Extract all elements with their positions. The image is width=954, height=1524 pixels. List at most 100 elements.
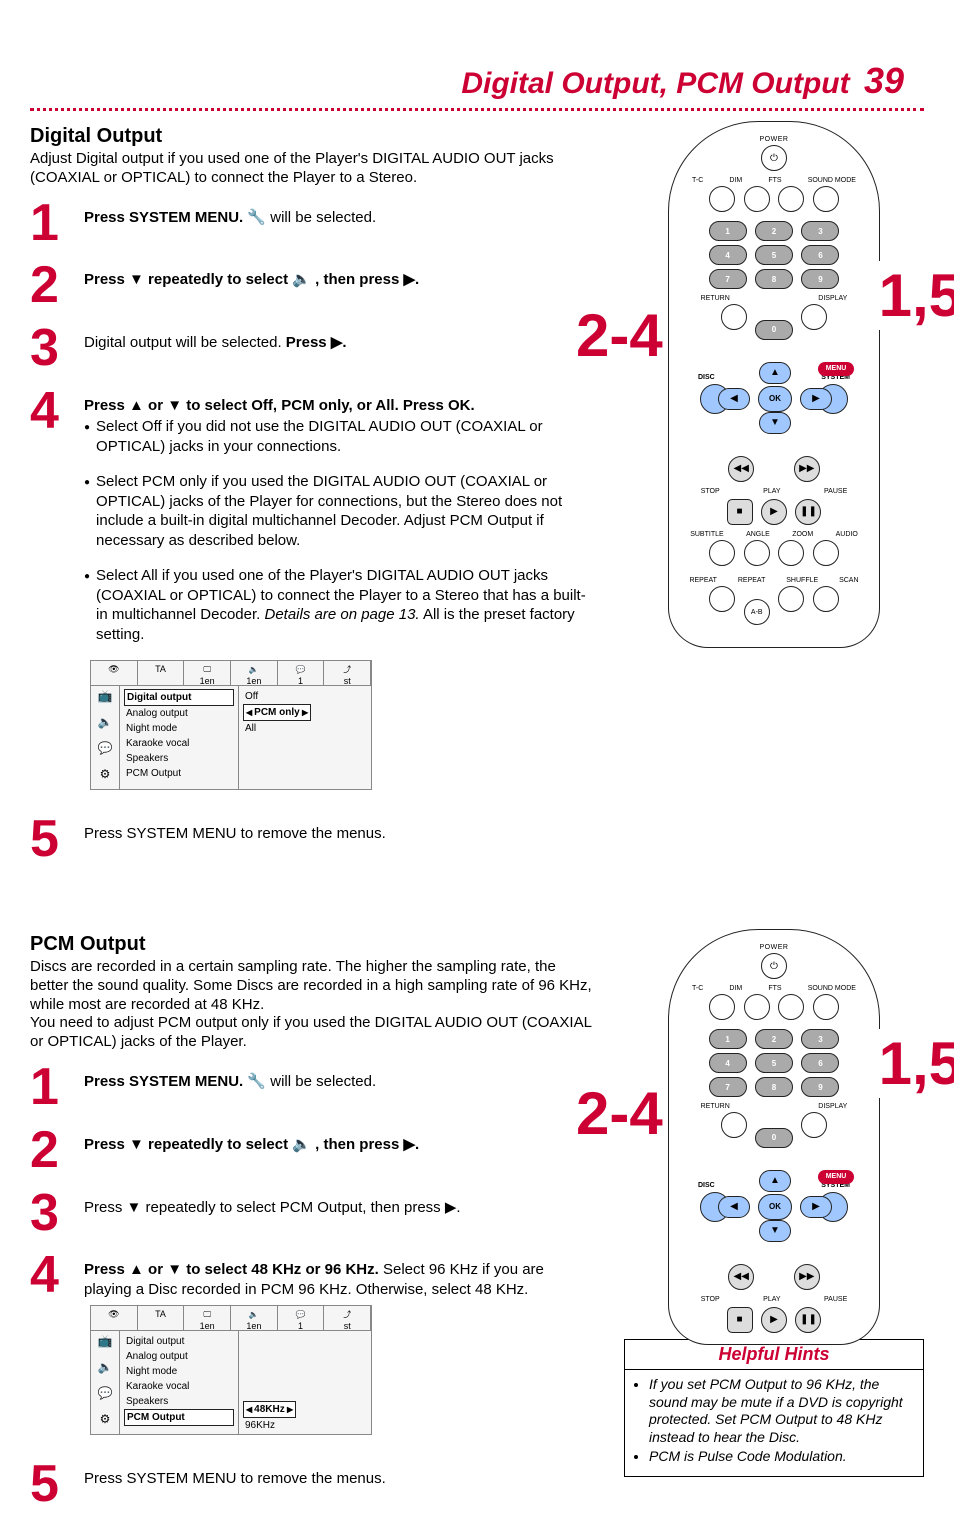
remote-label: SUBTITLE	[690, 531, 723, 538]
remote-label: T-C	[692, 985, 703, 992]
numpad-button: 1	[709, 1029, 747, 1049]
title-rule	[30, 108, 924, 111]
remote-label: SOUND MODE	[808, 985, 856, 992]
remote-diagram: POWER ⏻ T-C DIM FTS SOUND MODE 1 2	[668, 929, 880, 1345]
page-title: Digital Output, PCM Output 39	[30, 60, 924, 102]
disc-label: DISC	[698, 1182, 715, 1189]
step-bullet: Select PCM only if you used the DIGITAL …	[96, 472, 594, 550]
callout-1-5: 1,5	[877, 1029, 954, 1098]
arrow-down-icon: ▼	[759, 412, 791, 434]
osd-side-icon: 💬	[91, 738, 119, 764]
remote-label: PAUSE	[824, 1296, 847, 1303]
osd-side-icon: 🔈	[91, 712, 119, 738]
remote-label: ZOOM	[792, 531, 813, 538]
numpad-button: 0	[755, 1128, 793, 1148]
numpad-button: 8	[755, 269, 793, 289]
osd-top-cell: 🔈1en	[231, 661, 278, 685]
menu-pill: MENU	[818, 362, 854, 376]
arrow-down-icon: ▼	[759, 1220, 791, 1242]
osd-screenshot: 👁 TA 🖵1en 🔈1en 💬1 ⤴st 📺 🔈 💬	[90, 660, 372, 790]
display-button	[801, 304, 827, 330]
osd-option-current: PCM only	[243, 704, 311, 721]
step-number: 3	[30, 325, 84, 372]
step-number: 1	[30, 1064, 84, 1111]
remote-button	[778, 186, 804, 212]
osd-list-item: Night mode	[124, 1364, 234, 1379]
osd-side-icon: 💬	[91, 1383, 119, 1409]
numpad-button: 4	[709, 1053, 747, 1073]
osd-side-icon: 📺	[91, 686, 119, 712]
pcm-output-intro: Discs are recorded in a certain sampling…	[30, 958, 594, 1052]
step-text: Digital output will be selected.	[84, 334, 286, 351]
prev-button: ◀◀	[728, 1264, 754, 1290]
numpad-button: 4	[709, 245, 747, 265]
step-text-bold: Press ▼ repeatedly to select PCM Output,…	[84, 1190, 594, 1218]
callout-1-5: 1,5	[877, 261, 954, 330]
osd-list-item: Analog output	[124, 1349, 234, 1364]
power-icon: ⏻	[761, 145, 787, 171]
numpad-button: 7	[709, 1077, 747, 1097]
dpad: DISC SYSTEM MENU ▲ ◀ OK ▶ ▼	[704, 1156, 844, 1256]
step-text-bold: Press ▼ repeatedly to select	[84, 1136, 292, 1153]
remote-button	[709, 186, 735, 212]
digital-output-steps: 1 Press SYSTEM MENU. 🔧 will be selected.…	[30, 200, 594, 864]
step-text-bold: Press SYSTEM MENU.	[84, 1073, 243, 1090]
remote-label: STOP	[701, 488, 720, 495]
arrow-left-icon: ◀	[718, 1196, 750, 1218]
osd-top-cell: ⤴st	[324, 661, 371, 685]
remote-label: STOP	[701, 1296, 720, 1303]
remote-label: ANGLE	[746, 531, 770, 538]
osd-list-item: Karaoke vocal	[124, 1379, 234, 1394]
step-number: 5	[30, 1461, 84, 1508]
numpad-button: 1	[709, 221, 747, 241]
numpad-button: 6	[801, 245, 839, 265]
remote-label: DIM	[729, 985, 742, 992]
remote-power-label: POWER	[679, 136, 869, 143]
page-number: 39	[858, 60, 904, 101]
remote-label: REPEAT	[689, 577, 717, 584]
osd-option: 96KHz	[243, 1418, 296, 1433]
callout-2-4: 2-4	[574, 1079, 665, 1148]
remote-label: FTS	[768, 177, 781, 184]
step-text-bold: Press SYSTEM MENU to remove the menus.	[84, 816, 594, 844]
step-number: 4	[30, 1252, 84, 1299]
arrow-up-icon: ▲	[759, 1170, 791, 1192]
return-button	[721, 304, 747, 330]
wrench-icon: 🔧	[247, 1073, 266, 1090]
arrow-left-icon: ◀	[718, 388, 750, 410]
stop-icon: ■	[727, 1307, 753, 1333]
ok-button: OK	[758, 386, 792, 412]
remote-label: PLAY	[763, 1296, 780, 1303]
helpful-hints-box: Helpful Hints If you set PCM Output to 9…	[624, 1339, 924, 1477]
step-text-bold: Press ▲ or ▼ to select 48 KHz or 96 KHz.	[84, 1261, 379, 1278]
stop-icon: ■	[727, 499, 753, 525]
osd-screenshot: 👁 TA 🖵1en 🔈1en 💬1 ⤴st 📺 🔈 💬	[90, 1305, 372, 1435]
osd-list-item: Night mode	[124, 721, 234, 736]
power-icon: ⏻	[761, 953, 787, 979]
step-text-bold: , then press ▶.	[315, 271, 419, 288]
step-text-bold: , then press ▶.	[315, 1136, 419, 1153]
speaker-icon: 🔈	[292, 1136, 311, 1153]
callout-2-4: 2-4	[574, 301, 665, 370]
step-text-bold: Press SYSTEM MENU to remove the menus.	[84, 1461, 594, 1489]
step-number: 2	[30, 1127, 84, 1174]
osd-list-item-selected: Digital output	[124, 689, 234, 706]
numpad-button: 2	[755, 1029, 793, 1049]
osd-option: All	[243, 721, 311, 736]
remote-button	[778, 994, 804, 1020]
pcm-output-steps: 1 Press SYSTEM MENU. 🔧 will be selected.…	[30, 1064, 594, 1508]
remote-label: DISPLAY	[818, 1103, 847, 1110]
numpad-button: 5	[755, 245, 793, 265]
digital-output-heading: Digital Output	[30, 125, 594, 148]
ok-button: OK	[758, 1194, 792, 1220]
remote-label: FTS	[768, 985, 781, 992]
play-icon: ▶	[761, 1307, 787, 1333]
osd-option: Off	[243, 689, 311, 704]
remote-label: SOUND MODE	[808, 177, 856, 184]
remote-power-label: POWER	[679, 944, 869, 951]
digital-output-intro: Adjust Digital output if you used one of…	[30, 150, 594, 188]
next-button: ▶▶	[794, 456, 820, 482]
ab-button: A-B	[744, 599, 770, 625]
numpad-button: 7	[709, 269, 747, 289]
remote-button	[709, 994, 735, 1020]
